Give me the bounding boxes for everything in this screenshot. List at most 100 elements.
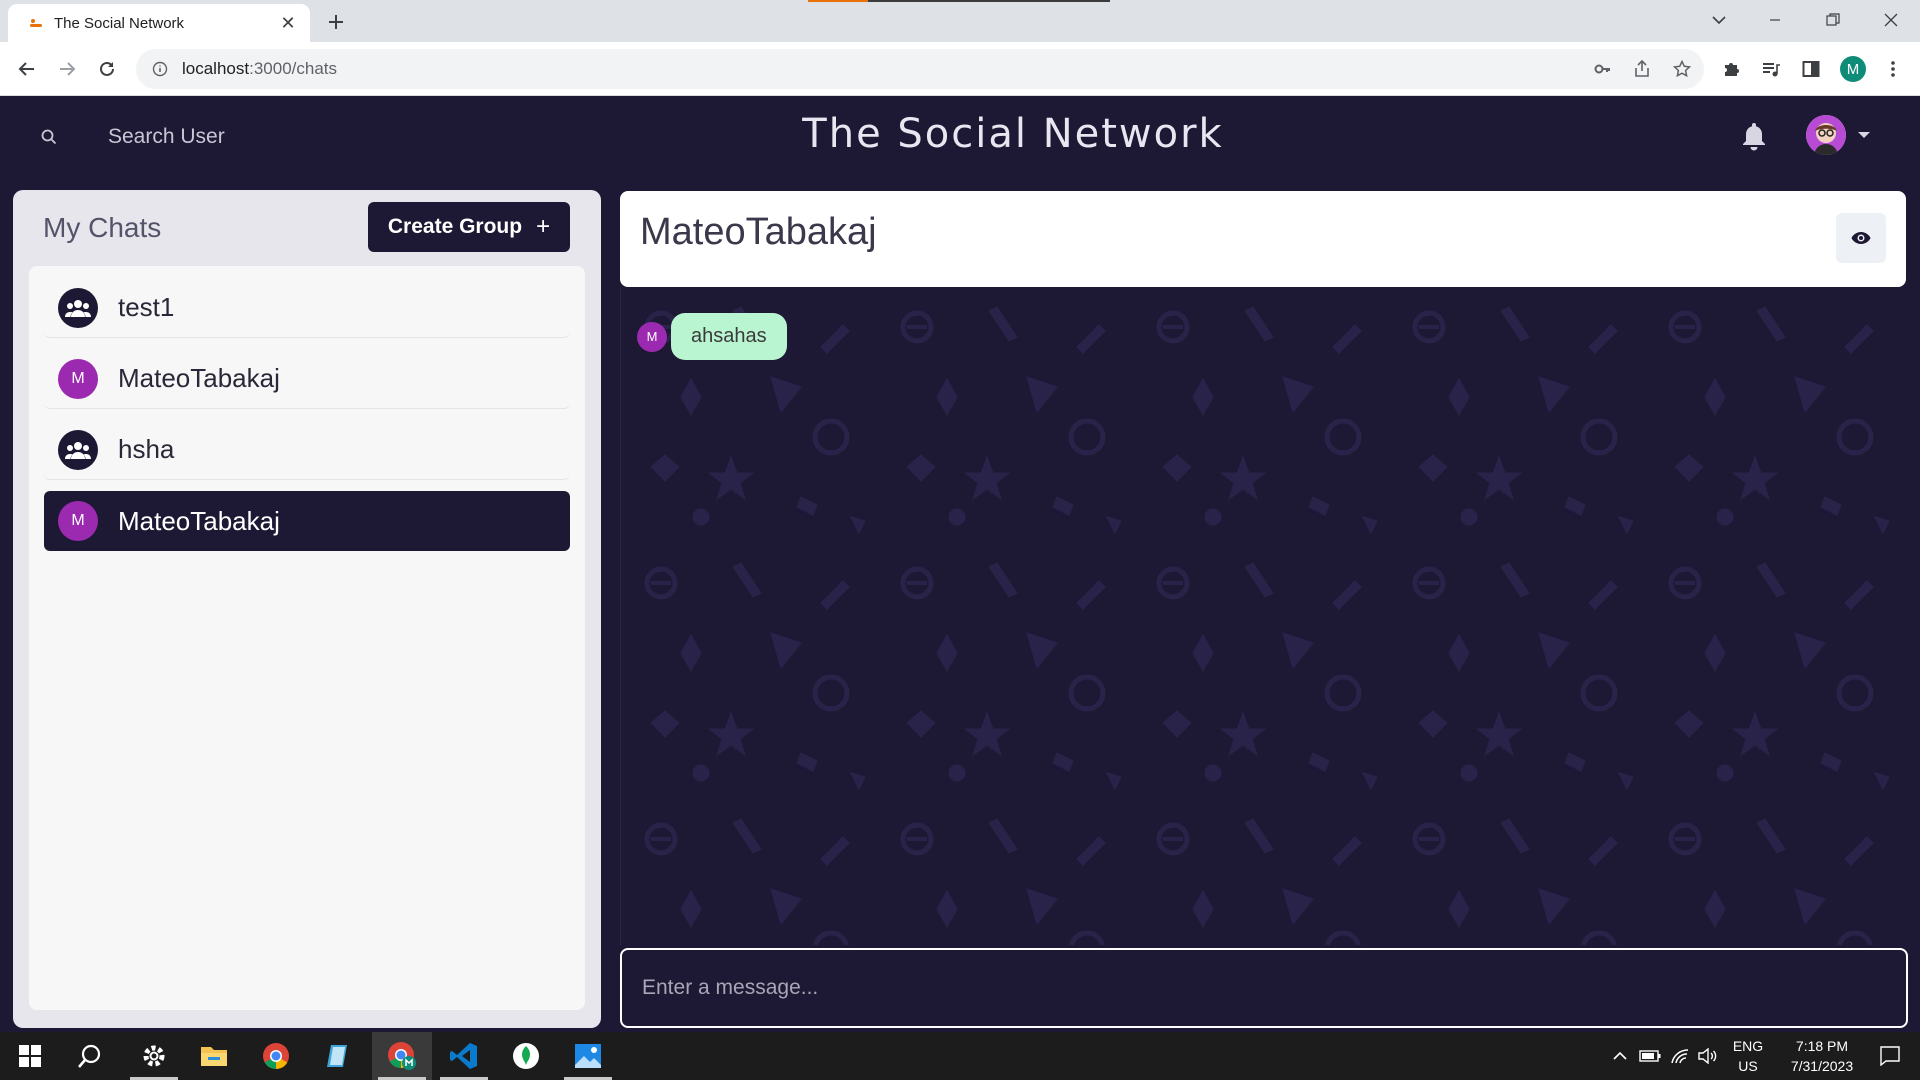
extensions-button[interactable] — [1714, 52, 1748, 86]
tab-search-button[interactable] — [1696, 0, 1742, 40]
plus-icon: + — [536, 213, 551, 240]
chat-list-item[interactable]: test1 — [44, 278, 570, 338]
back-button[interactable] — [10, 52, 44, 86]
close-window-button[interactable] — [1868, 0, 1914, 40]
windows-taskbar: ENG US 7:18 PM 7/31/2023 — [0, 1032, 1920, 1080]
chevron-down-icon — [1712, 16, 1726, 25]
taskbar-search-button[interactable] — [60, 1032, 120, 1080]
profile-menu-button[interactable] — [1806, 115, 1872, 155]
network-button[interactable] — [1666, 1032, 1694, 1080]
chat-bubble-icon — [1880, 1046, 1900, 1066]
side-panel-icon — [1802, 61, 1820, 77]
eye-icon — [1851, 232, 1871, 244]
notifications-button[interactable] — [1740, 121, 1768, 155]
restore-button[interactable] — [1810, 0, 1856, 40]
chevron-up-icon — [1613, 1051, 1627, 1060]
user-avatar — [1806, 115, 1846, 155]
chrome-icon — [263, 1043, 289, 1070]
notepad-icon — [327, 1045, 347, 1067]
reload-icon — [100, 61, 114, 76]
language-code: ENG — [1732, 1038, 1764, 1054]
media-control-button[interactable] — [1754, 52, 1788, 86]
user-avatar: M — [58, 358, 98, 399]
clock-time: 7:18 PM — [1795, 1038, 1849, 1054]
minimize-button[interactable] — [1752, 0, 1798, 40]
forward-button[interactable] — [50, 52, 84, 86]
create-group-label: Create Group — [387, 215, 523, 238]
restore-icon — [1826, 13, 1840, 26]
my-chats-title: My Chats — [43, 212, 162, 243]
start-button[interactable] — [0, 1032, 60, 1080]
show-hidden-icons-button[interactable] — [1606, 1032, 1634, 1080]
view-profile-button[interactable] — [1836, 213, 1886, 263]
arrow-left-icon — [18, 62, 34, 76]
plus-icon — [329, 15, 343, 29]
tab-close-button[interactable]: ✕ — [278, 13, 298, 34]
photos-icon — [575, 1044, 601, 1068]
taskbar-file-explorer[interactable] — [184, 1032, 244, 1080]
battery-button[interactable] — [1636, 1032, 1664, 1080]
more-vertical-icon — [1891, 61, 1895, 77]
folder-icon — [201, 1047, 227, 1066]
chat-list-item[interactable]: M MateoTabakaj — [44, 349, 570, 409]
my-chats-panel: My Chats Create Group + test1 M MateoTab… — [13, 190, 601, 1028]
taskbar-chrome[interactable] — [246, 1032, 306, 1080]
chat-list-item-selected[interactable]: M MateoTabakaj — [44, 491, 570, 551]
user-avatar: M — [58, 501, 98, 541]
bookmark-star-icon[interactable] — [1664, 49, 1700, 89]
url-host: localhost — [182, 59, 250, 78]
new-tab-button[interactable] — [322, 8, 350, 36]
chat-title: MateoTabakaj — [640, 211, 877, 253]
taskbar-mongodb-compass[interactable] — [496, 1032, 556, 1080]
notification-center-button[interactable] — [1866, 1032, 1914, 1080]
app-header: Search User The Social Network — [0, 97, 1920, 177]
url-path: :3000/chats — [249, 59, 338, 78]
share-icon[interactable] — [1624, 49, 1660, 89]
side-panel-button[interactable] — [1794, 52, 1828, 86]
chat-name: hsha — [118, 434, 175, 464]
browser-menu-button[interactable] — [1876, 52, 1910, 86]
chat-name: MateoTabakaj — [118, 505, 280, 536]
address-bar[interactable]: localhost:3000/chats — [136, 49, 1704, 89]
taskbar-settings[interactable] — [124, 1032, 184, 1080]
group-icon — [58, 429, 98, 470]
search-icon — [78, 1044, 101, 1068]
avatar-illustration-icon — [1806, 115, 1846, 155]
windows-logo-icon — [19, 1045, 41, 1067]
region-code: US — [1738, 1058, 1758, 1074]
app-root: Search User The Social Network My Chats … — [0, 97, 1920, 1032]
volume-button[interactable] — [1694, 1032, 1722, 1080]
create-group-button[interactable]: Create Group + — [368, 202, 570, 252]
language-indicator[interactable]: ENG US — [1728, 1032, 1768, 1080]
chrome-profile-icon — [388, 1042, 416, 1070]
puzzle-icon — [1725, 63, 1739, 76]
chat-list-item[interactable]: hsha — [44, 420, 570, 480]
password-key-icon[interactable] — [1584, 49, 1620, 89]
taskbar-notepad-app[interactable] — [308, 1032, 368, 1080]
chat-name: MateoTabakaj — [118, 363, 280, 393]
site-info-icon[interactable] — [150, 59, 170, 79]
chat-header: MateoTabakaj — [620, 191, 1906, 287]
group-icon — [58, 287, 98, 328]
taskbar-chrome-profile[interactable] — [372, 1032, 432, 1080]
clock-text: 7:18 PM 7/31/2023 — [1791, 1036, 1853, 1076]
mongodb-leaf-icon — [513, 1043, 539, 1069]
minimize-icon — [1770, 19, 1780, 21]
reload-button[interactable] — [90, 52, 124, 86]
loading-indicator — [808, 0, 1110, 2]
sender-avatar[interactable]: M — [637, 321, 667, 352]
react-favicon-icon — [30, 19, 42, 27]
clock-date: 7/31/2023 — [1790, 1058, 1854, 1074]
clock[interactable]: 7:18 PM 7/31/2023 — [1776, 1032, 1868, 1080]
browser-tab[interactable]: The Social Network ✕ — [8, 4, 310, 42]
battery-icon — [1639, 1050, 1661, 1062]
browser-toolbar: localhost:3000/chats M — [0, 42, 1920, 96]
message-input[interactable] — [620, 948, 1908, 1028]
taskbar-vscode[interactable] — [434, 1032, 494, 1080]
profile-avatar: M — [1840, 56, 1866, 82]
taskbar-photos[interactable] — [558, 1032, 618, 1080]
doodle-pattern-background — [621, 287, 1906, 945]
url-text: localhost:3000/chats — [182, 59, 337, 79]
profile-button[interactable]: M — [1836, 52, 1870, 86]
chat-name: test1 — [118, 292, 175, 322]
